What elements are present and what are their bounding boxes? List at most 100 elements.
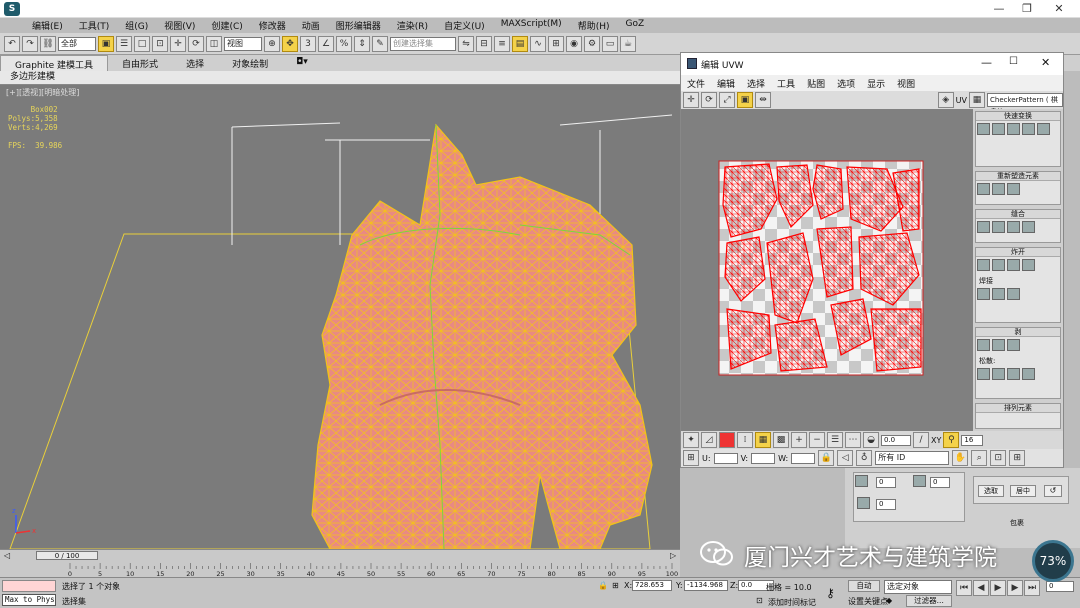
uvw-rotate-icon[interactable]: ⟳ <box>701 92 717 108</box>
pick-button[interactable]: 选取 <box>978 485 1004 497</box>
select-pins-icon[interactable] <box>1022 368 1035 380</box>
set-key-button[interactable]: 设置关键点 <box>848 596 888 607</box>
id-select[interactable]: 所有 ID <box>875 451 950 465</box>
zoom-extents-icon[interactable]: ⊞ <box>1009 450 1026 466</box>
pivot-icon[interactable]: ⊕ <box>264 35 280 52</box>
snap-w-icon[interactable] <box>857 497 870 509</box>
menu-modifiers[interactable]: 修改器 <box>251 17 294 33</box>
weld-target-icon[interactable] <box>977 288 990 300</box>
menu-group[interactable]: 组(G) <box>117 17 156 33</box>
curve-editor-icon[interactable]: ∿ <box>530 35 546 52</box>
menu-tools[interactable]: 工具(T) <box>71 17 118 33</box>
snap-v-icon[interactable] <box>913 475 926 487</box>
uvw-mirror-icon[interactable]: ⇹ <box>755 92 771 108</box>
menu-rendering[interactable]: 渲染(R) <box>389 17 436 33</box>
uvw-grid-icon[interactable]: ▦ <box>969 92 985 108</box>
uvw-show-map-icon[interactable]: ◈ <box>937 92 954 108</box>
filter-icon[interactable]: ◁ <box>837 450 854 466</box>
key-mode-icon[interactable]: ◆ <box>886 596 892 605</box>
select-object-icon[interactable]: ▣ <box>98 35 114 52</box>
menu-graph-editors[interactable]: 图形编辑器 <box>328 17 389 33</box>
rotate-90-icon[interactable] <box>1007 123 1020 135</box>
w-input[interactable] <box>791 452 816 464</box>
menu-views[interactable]: 视图(V) <box>156 17 203 33</box>
uvw-move-icon[interactable]: ✛ <box>683 92 699 108</box>
spin-a[interactable]: 0 <box>876 477 896 488</box>
viewport-label[interactable]: [+][透视][明暗处理] <box>6 87 79 98</box>
pin-icon[interactable] <box>977 368 990 380</box>
flatten-by-smoothing-icon[interactable] <box>1022 259 1035 271</box>
tab-polygon-modeling[interactable]: 多边形建模 <box>0 71 65 83</box>
menu-goz[interactable]: GoZ <box>617 17 652 33</box>
spinner-snap-icon[interactable]: ⇕ <box>354 35 370 52</box>
element-mode-icon[interactable]: ▩ <box>773 432 789 448</box>
fit-icon[interactable] <box>1037 123 1050 135</box>
uvw-close-button[interactable]: ✕ <box>1041 56 1050 69</box>
lock-selection-icon[interactable]: 🔒 <box>598 581 608 590</box>
y-coord-input[interactable]: -1134.968 <box>684 580 728 591</box>
weld-threshold-icon[interactable] <box>1007 288 1020 300</box>
ring-icon[interactable]: ☰ <box>827 432 843 448</box>
snap-icon[interactable]: ⚲ <box>943 432 960 448</box>
falloff-line-icon[interactable]: / <box>913 432 929 448</box>
menu-animation[interactable]: 动画 <box>294 17 328 33</box>
filters-button[interactable]: 过滤器... <box>906 595 952 607</box>
align-icon[interactable]: ⊟ <box>476 35 492 52</box>
vertex-mode-icon[interactable]: ⁞ <box>737 432 753 448</box>
grow-icon[interactable]: + <box>791 432 807 448</box>
detach-icon[interactable] <box>992 259 1005 271</box>
current-frame-input[interactable]: 0 <box>1046 581 1074 592</box>
reshape-icon[interactable] <box>992 183 1005 195</box>
snap-u-icon[interactable] <box>855 475 868 487</box>
reset-peel-icon[interactable] <box>1007 339 1020 351</box>
snap-3d-icon[interactable]: 3 <box>300 35 316 52</box>
stitch-average-icon[interactable] <box>1007 221 1020 233</box>
straighten-icon[interactable] <box>1022 123 1035 135</box>
uvw-menu-file[interactable]: 文件 <box>681 75 711 91</box>
zoom-icon[interactable]: ⌕ <box>971 450 988 466</box>
undo-icon[interactable]: ↶ <box>4 35 20 52</box>
shrink-icon[interactable]: − <box>809 432 825 448</box>
render-setup-icon[interactable]: ⚙ <box>584 35 600 52</box>
u-input[interactable] <box>713 452 738 464</box>
smooth-icon[interactable] <box>1007 183 1020 195</box>
slider-left-icon[interactable]: ◁ <box>4 551 10 560</box>
peel-mode-icon[interactable] <box>992 339 1005 351</box>
max-to-phys-field[interactable]: Max to Phys <box>2 594 56 606</box>
uvw-menu-view[interactable]: 视图 <box>891 75 921 91</box>
menu-maxscript[interactable]: MAXScript(M) <box>493 17 570 33</box>
restore-button[interactable]: ❐ <box>1016 2 1038 16</box>
prev-frame-icon[interactable]: ◀ <box>973 580 989 596</box>
grid-size-input[interactable]: 16 <box>961 434 984 446</box>
rotate-icon[interactable]: ⟳ <box>188 35 204 52</box>
render-icon[interactable]: ☕ <box>620 35 636 52</box>
schematic-icon[interactable]: ⊞ <box>548 35 564 52</box>
absolute-mode-icon[interactable]: ⊞ <box>683 450 699 466</box>
ref-coord-select[interactable]: 视图 <box>224 36 262 51</box>
menu-help[interactable]: 帮助(H) <box>570 17 618 33</box>
auto-pin-icon[interactable] <box>1007 368 1020 380</box>
tab-selection[interactable]: 选择 <box>172 55 218 71</box>
named-selection-select[interactable]: 创建选择集 <box>390 36 456 51</box>
add-time-tag[interactable]: 添加时间标记 <box>768 597 816 608</box>
uvw-freeform-icon[interactable]: ▣ <box>737 92 753 108</box>
flatten-icon[interactable] <box>1007 259 1020 271</box>
mirror-icon[interactable]: ⇋ <box>458 35 474 52</box>
script-listener-field[interactable] <box>2 580 56 592</box>
zoom-region-icon[interactable]: ⊡ <box>990 450 1007 466</box>
paint-select-icon[interactable]: ✦ <box>683 432 699 448</box>
ribbon-options-icon[interactable]: ◘▾ <box>282 55 322 71</box>
key-filter-select[interactable]: 选定对象 <box>884 580 952 594</box>
light-icon[interactable]: ♁ <box>856 450 873 466</box>
transform-mode-icon[interactable]: ⊞ <box>612 581 619 590</box>
quick-peel-icon[interactable] <box>977 339 990 351</box>
play-icon[interactable]: ▶ <box>990 580 1006 596</box>
move-icon[interactable]: ✛ <box>170 35 186 52</box>
align-horizontal-icon[interactable] <box>977 123 990 135</box>
perspective-viewport[interactable]: z x [+][透视][明暗处理] Box002 Polys:5,358 Ver… <box>0 85 680 549</box>
uvw-menu-select[interactable]: 选择 <box>741 75 771 91</box>
v-input[interactable] <box>751 452 776 464</box>
scale-icon[interactable]: ◫ <box>206 35 222 52</box>
next-frame-icon[interactable]: ▶ <box>1007 580 1023 596</box>
graphite-icon[interactable]: ▤ <box>512 35 528 52</box>
